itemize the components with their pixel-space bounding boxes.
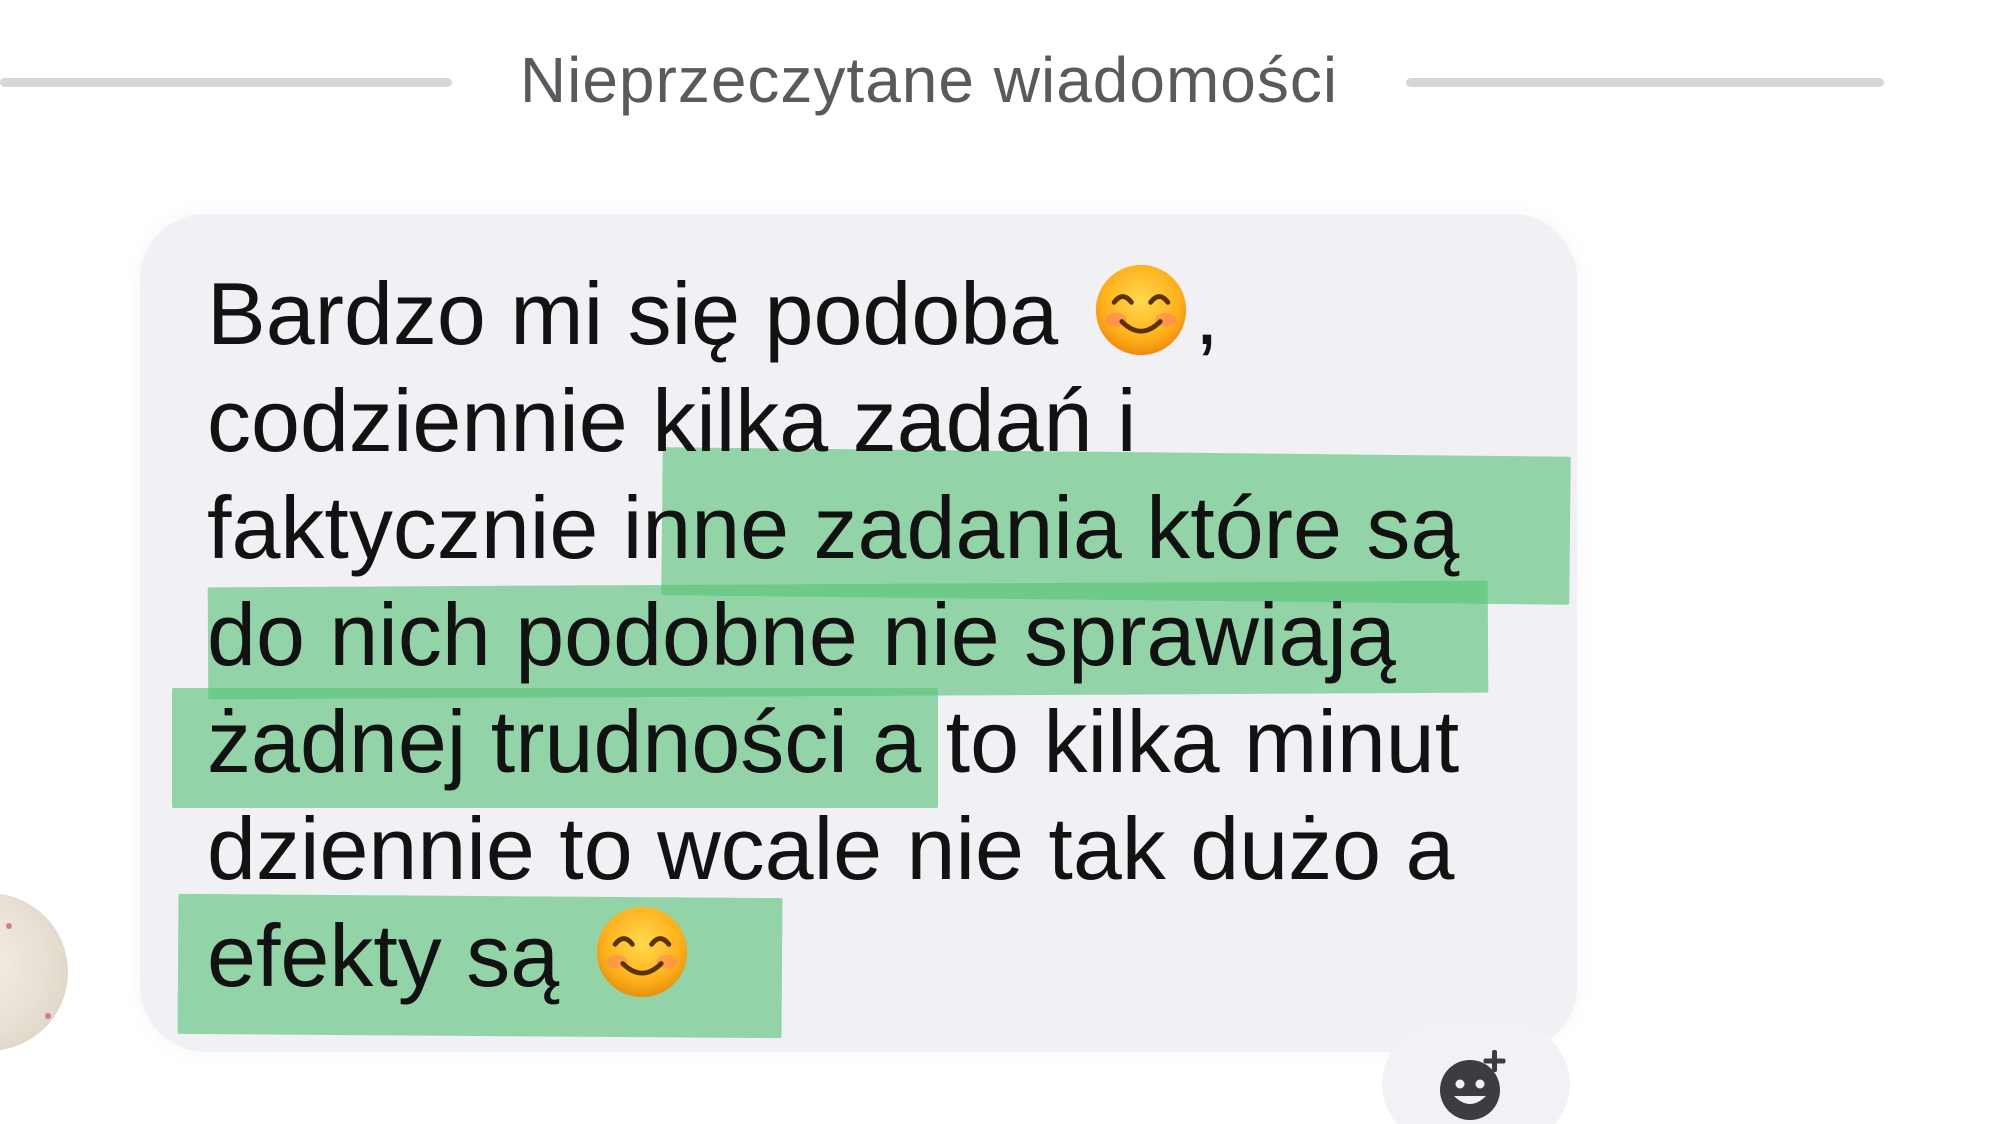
smiling-face-icon: [1095, 264, 1186, 356]
message-line: dziennie to wcale nie tak dużo a: [207, 799, 1455, 898]
smiling-face-icon: [596, 906, 687, 998]
message-line-text: ,: [1194, 264, 1220, 363]
add-reaction-icon: [1440, 1050, 1506, 1120]
avatar-detail: [6, 923, 12, 929]
message-line-text: Bardzo mi się podoba: [207, 264, 1083, 363]
message-text: Bardzo mi się podoba , codziennie kilka …: [207, 260, 1577, 1009]
unread-divider-line-left: [0, 78, 452, 87]
message-line: do nich podobne nie sprawiają: [207, 585, 1396, 684]
message-line: żadnej trudności a to kilka minut: [207, 692, 1460, 791]
message-line: faktycznie inne zadania które są: [207, 478, 1460, 577]
add-reaction-button[interactable]: [1382, 1024, 1570, 1124]
avatar-detail: [45, 1013, 51, 1019]
message-line: efekty są: [207, 902, 1577, 1009]
message-line: codziennie kilka zadań i: [207, 371, 1137, 470]
unread-divider-line-right: [1406, 78, 1884, 87]
message-line: Bardzo mi się podoba ,: [207, 260, 1577, 367]
avatar[interactable]: [0, 893, 68, 1051]
message-line-text: efekty są: [207, 906, 584, 1005]
unread-messages-divider: Nieprzeczytane wiadomości: [519, 44, 1339, 116]
